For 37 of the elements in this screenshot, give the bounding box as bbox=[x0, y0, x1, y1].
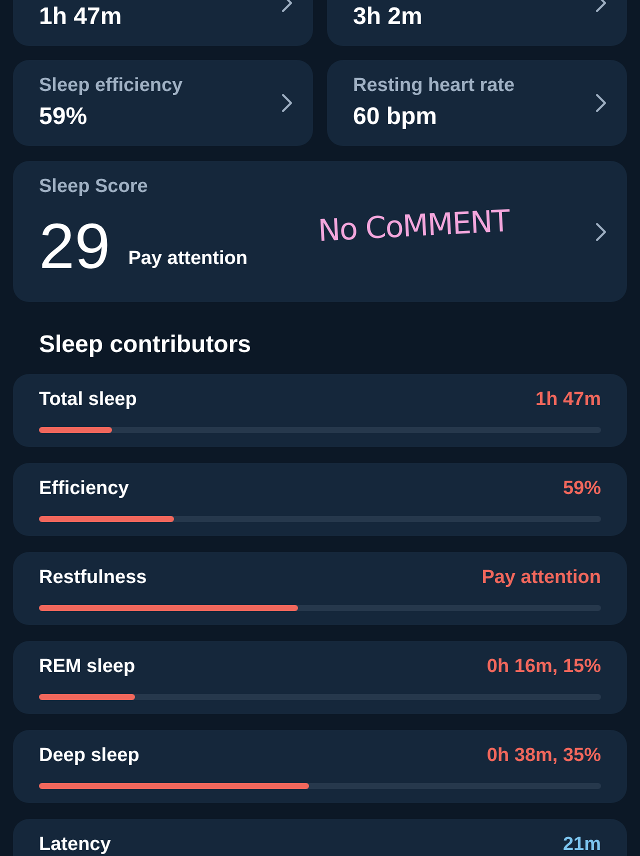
contributor-card[interactable]: Restfulness Pay attention bbox=[13, 552, 627, 625]
contributor-name: Total sleep bbox=[39, 388, 137, 412]
contributor-value: 0h 38m, 35% bbox=[486, 744, 601, 768]
contributor-value: 59% bbox=[562, 477, 601, 501]
metric-value: 3h 2m bbox=[353, 2, 422, 32]
contributor-name: REM sleep bbox=[39, 655, 136, 679]
metric-card[interactable]: Sleep efficiency 59% bbox=[13, 60, 313, 146]
contributor-name: Latency bbox=[39, 833, 111, 856]
score-label: Sleep Score bbox=[39, 175, 149, 199]
contributor-value: Pay attention bbox=[482, 566, 601, 590]
contributor-card[interactable]: Efficiency 59% bbox=[13, 463, 627, 536]
metric-value: 1h 47m bbox=[39, 2, 122, 32]
contributor-value: 21m bbox=[562, 833, 601, 856]
contributor-card[interactable]: Total sleep 1h 47m bbox=[13, 374, 627, 447]
section-heading: Sleep contributors bbox=[39, 330, 252, 360]
chevron-right-icon bbox=[595, 222, 607, 242]
contributor-name: Efficiency bbox=[39, 477, 129, 501]
chevron-right-icon bbox=[281, 93, 293, 113]
chevron-right-icon bbox=[595, 93, 607, 113]
metric-value: 59% bbox=[39, 102, 88, 132]
metric-label: Resting heart rate bbox=[353, 74, 515, 98]
contributor-name: Deep sleep bbox=[39, 744, 140, 768]
metric-value: 60 bpm bbox=[353, 102, 438, 132]
contributor-card[interactable]: REM sleep 0h 16m, 15% bbox=[13, 641, 627, 714]
score-value: 29 bbox=[39, 214, 110, 278]
score-status: Pay attention bbox=[128, 247, 248, 271]
sleep-score-card[interactable]: Sleep Score 29 Pay attention No CoMMENT bbox=[13, 161, 627, 302]
contributor-card[interactable]: Deep sleep 0h 38m, 35% bbox=[13, 730, 627, 803]
handwritten-note: No CoMMENT bbox=[316, 203, 510, 251]
metric-card[interactable]: 3h 2m bbox=[327, 0, 627, 46]
contributor-card[interactable]: Latency 21m bbox=[13, 819, 627, 856]
contributor-name: Restfulness bbox=[39, 566, 147, 590]
metric-card[interactable]: Resting heart rate 60 bpm bbox=[327, 60, 627, 146]
metric-card[interactable]: 1h 47m bbox=[13, 0, 313, 46]
contributor-value: 0h 16m, 15% bbox=[486, 655, 601, 679]
metric-label: Sleep efficiency bbox=[39, 74, 183, 98]
contributor-value: 1h 47m bbox=[536, 388, 601, 412]
